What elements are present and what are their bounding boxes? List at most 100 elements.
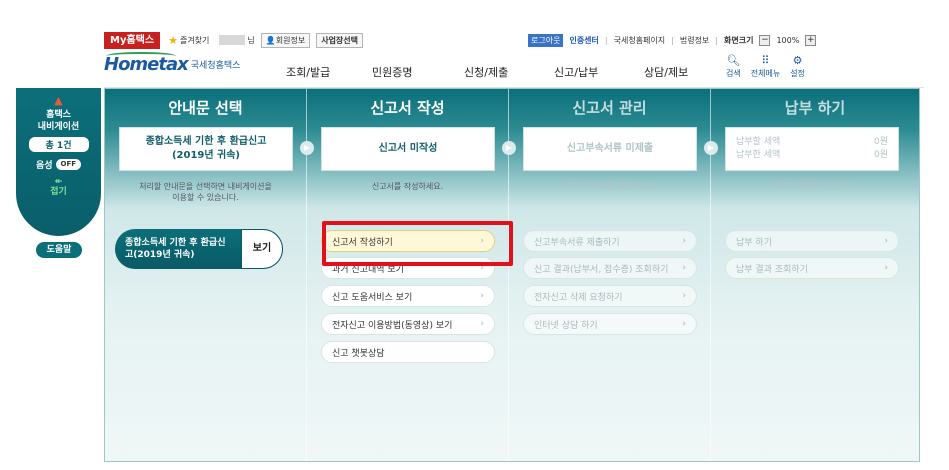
voice-toggle[interactable]: OFF bbox=[55, 159, 82, 170]
hometax-navigation-widget: ▲ 홈택스 내비게이션 총 1건 음성 OFF ↞ 접기 bbox=[16, 88, 101, 236]
favorites-label: 즐겨찾기 bbox=[179, 35, 210, 45]
payment-result-inquiry-button[interactable]: 납부 결과 조회하기 › bbox=[725, 257, 899, 279]
user-suffix: 님 bbox=[247, 35, 255, 45]
e-filing-guide-video-button[interactable]: 전자신고 이용방법(동영상) 보기 › bbox=[321, 313, 495, 335]
cert-center-link[interactable]: 인증센터 bbox=[569, 35, 598, 46]
menu-item-consult[interactable]: 상담/제보 bbox=[644, 64, 724, 80]
divider: | bbox=[671, 35, 674, 45]
guide-item-label: 종합소득세 기한 후 환급신 고(2019년 귀속) bbox=[125, 238, 226, 260]
law-info-link[interactable]: 법령정보 bbox=[680, 35, 709, 46]
search-icon: 🔍︎ bbox=[726, 54, 741, 67]
main-menu: 조회/발급 민원증명 신청/제출 신고/납부 상담/제보 bbox=[286, 64, 724, 80]
payment-row-due: 납부할 세액 0원 bbox=[736, 136, 888, 149]
step-manage-report: 신고서 관리 신고부속서류 미제출 신고부속서류를 제출하세요. 신고부속서류 … bbox=[509, 89, 711, 461]
widget-title-line1: 홈택스 bbox=[46, 110, 71, 120]
member-info-label: 회원정보 bbox=[275, 35, 306, 45]
internet-consult-button[interactable]: 인터넷 상담 하기 › bbox=[523, 313, 697, 335]
search-button[interactable]: 🔍︎ 검색 bbox=[726, 54, 741, 79]
user-name-redacted bbox=[219, 35, 246, 45]
widget-title-line2: 내비게이션 bbox=[37, 122, 80, 132]
navigation-steps-panel: 안내문 선택 종합소득세 기한 후 환급신고 (2019년 귀속) 처리할 안내… bbox=[104, 88, 920, 462]
payment-value: 0원 bbox=[873, 137, 888, 147]
logo-korean: 국세청홈택스 bbox=[190, 61, 241, 71]
zoom-in-button[interactable]: + bbox=[805, 34, 817, 46]
top-utility-bar: My홈택스 ★ 즐겨찾기 님 👤회원정보 사업장선택 로그아웃 인증센터 | 국… bbox=[104, 30, 924, 50]
nts-homepage-link[interactable]: 국세청홈페이지 bbox=[614, 35, 666, 46]
report-result-inquiry-button[interactable]: 신고 결과(납부서, 접수증) 조회하기 › bbox=[523, 257, 697, 279]
payment-summary-card: 납부할 세액 0원 납부한 세액 0원 bbox=[725, 127, 899, 171]
chevron-right-icon: › bbox=[480, 319, 484, 329]
chevron-right-icon: › bbox=[884, 236, 888, 246]
payment-row-paid: 납부한 세액 0원 bbox=[736, 149, 888, 162]
fold-arrows-icon: ↞ bbox=[54, 177, 63, 187]
step-title: 납부 하기 bbox=[784, 99, 846, 117]
submit-attachments-button[interactable]: 신고부속서류 제출하기 › bbox=[523, 230, 697, 252]
e-filing-delete-request-button[interactable]: 전자신고 삭제 요청하기 › bbox=[523, 285, 697, 307]
step-status-card: 종합소득세 기한 후 환급신고 (2019년 귀속) bbox=[119, 127, 293, 171]
step-status-card: 신고부속서류 미제출 bbox=[523, 127, 697, 171]
grid-menu-icon: ⠿ bbox=[761, 54, 770, 67]
pay-button[interactable]: 납부 하기 › bbox=[725, 230, 899, 252]
voice-label: 음성 bbox=[35, 161, 53, 171]
step-title: 신고서 작성 bbox=[370, 99, 445, 117]
zoom-out-button[interactable]: − bbox=[759, 34, 771, 46]
fold-label: 접기 bbox=[50, 187, 67, 197]
top-right-links: 로그아웃 인증센터 | 국세청홈페이지 | 법령정보 | 화면크기 − 100%… bbox=[528, 33, 817, 47]
member-info-button[interactable]: 👤회원정보 bbox=[260, 32, 311, 48]
step-payment: 납부 하기 납부할 세액 0원 납부한 세액 0원 납부할 세액이 없습니다. … bbox=[711, 89, 919, 461]
guide-item[interactable]: 종합소득세 기한 후 환급신 고(2019년 귀속) 보기 bbox=[115, 229, 283, 269]
chevron-right-icon: › bbox=[682, 319, 686, 329]
pill-label: 신고 결과(납부서, 접수증) 조회하기 bbox=[534, 264, 669, 275]
widget-title: 홈택스 내비게이션 bbox=[16, 109, 101, 133]
step-title: 안내문 선택 bbox=[168, 99, 243, 117]
menu-item-report-pay[interactable]: 신고/납부 bbox=[554, 64, 644, 80]
nav-tools: 🔍︎ 검색 ⠿ 전체메뉴 ⚙ 설정 bbox=[726, 54, 805, 79]
step-description: 납부할 세액이 없습니다. bbox=[774, 182, 856, 191]
pill-label: 납부 하기 bbox=[736, 237, 772, 248]
help-button[interactable]: 도움말 bbox=[36, 242, 82, 258]
gear-icon: ⚙ bbox=[792, 54, 803, 67]
report-help-service-button[interactable]: 신고 도움서비스 보기 › bbox=[321, 285, 495, 307]
fold-button[interactable]: ↞ 접기 bbox=[16, 177, 101, 197]
step-write-report: 신고서 작성 신고서 미작성 신고서를 작성하세요. 신고서 작성하기 › 과거 … bbox=[307, 89, 509, 461]
pill-label: 인터넷 상담 하기 bbox=[534, 320, 598, 331]
step-title: 신고서 관리 bbox=[572, 99, 647, 117]
payment-label: 납부할 세액 bbox=[736, 137, 781, 147]
search-label: 검색 bbox=[726, 69, 741, 78]
step-description: 신고부속서류를 제출하세요. bbox=[562, 182, 657, 191]
zoom-value: 100% bbox=[776, 35, 800, 45]
step-status-card: 신고서 미작성 bbox=[321, 127, 495, 171]
my-hometax-button[interactable]: My홈택스 bbox=[104, 31, 161, 49]
all-menu-button[interactable]: ⠿ 전체메뉴 bbox=[751, 54, 780, 79]
chevron-right-icon: › bbox=[884, 263, 888, 273]
settings-button[interactable]: ⚙ 설정 bbox=[790, 54, 805, 79]
menu-item-civil-cert[interactable]: 민원증명 bbox=[372, 64, 464, 80]
navigation-icon: ▲ bbox=[54, 94, 63, 107]
highlight-box bbox=[322, 221, 513, 266]
chevron-right-icon: › bbox=[682, 236, 686, 246]
pill-label: 신고 챗봇상담 bbox=[332, 348, 385, 359]
hometax-logo[interactable]: Hometax 국세청홈택스 bbox=[104, 52, 241, 75]
payment-label: 납부한 세액 bbox=[736, 150, 781, 160]
pill-label: 신고부속서류 제출하기 bbox=[534, 237, 620, 248]
chevron-right-icon: › bbox=[480, 291, 484, 301]
settings-label: 설정 bbox=[790, 69, 805, 78]
favorites-link[interactable]: ★ 즐겨찾기 bbox=[168, 34, 209, 47]
chevron-right-icon: › bbox=[682, 291, 686, 301]
logout-button[interactable]: 로그아웃 bbox=[528, 33, 564, 47]
guide-view-button[interactable]: 보기 bbox=[241, 229, 283, 269]
star-icon: ★ bbox=[168, 33, 178, 47]
divider: | bbox=[604, 35, 608, 45]
all-menu-label: 전체메뉴 bbox=[750, 69, 781, 78]
pill-label: 전자신고 삭제 요청하기 bbox=[534, 292, 623, 303]
menu-item-apply-submit[interactable]: 신청/제출 bbox=[464, 64, 554, 80]
chevron-right-icon: › bbox=[682, 263, 686, 273]
report-chatbot-button[interactable]: 신고 챗봇상담 bbox=[321, 341, 495, 363]
step-description: 신고서를 작성하세요. bbox=[371, 182, 444, 191]
screen-size-label: 화면크기 bbox=[724, 35, 754, 45]
menu-item-inquiry[interactable]: 조회/발급 bbox=[286, 64, 372, 80]
logo-swoosh bbox=[106, 52, 176, 60]
count-badge: 총 1건 bbox=[28, 137, 89, 152]
voice-toggle-row: 음성 OFF bbox=[16, 158, 101, 171]
business-select-button[interactable]: 사업장선택 bbox=[316, 32, 364, 48]
